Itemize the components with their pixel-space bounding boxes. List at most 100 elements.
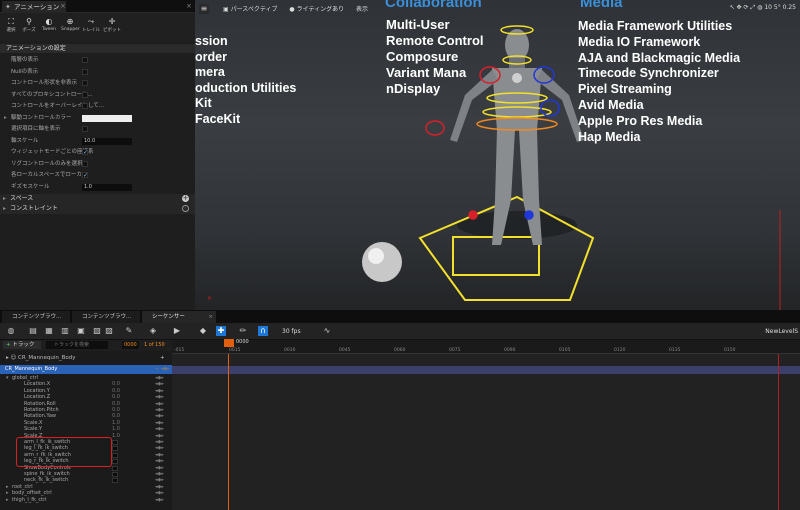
sequence-root[interactable]: ▸ ☺ CR_Mannequin_Body + xyxy=(0,353,172,363)
setting-number-field[interactable]: 1.0 xyxy=(82,183,132,191)
show-button[interactable]: 表示 xyxy=(356,6,368,13)
setting-checkbox[interactable] xyxy=(82,147,88,158)
perspective-label: パースペクティブ xyxy=(230,6,278,13)
magnet-icon[interactable]: ∩ xyxy=(258,326,268,336)
rotate-icon[interactable]: ⟳ xyxy=(743,4,748,11)
world-icon[interactable]: ◍ xyxy=(757,4,762,11)
section-constraint[interactable]: ▸ コンストレイント ◦ xyxy=(0,204,195,214)
snap-icon[interactable]: ✚ xyxy=(216,326,226,336)
setting-checkbox[interactable] xyxy=(82,160,88,167)
playback-icon[interactable]: ▶ xyxy=(172,326,182,336)
timeline-ruler[interactable]: -015 0015 0030 0045 0060 0075 0090 0105 0120 0135… xyxy=(172,340,800,354)
camera-icon[interactable]: ▣ xyxy=(76,326,86,336)
foot-l-control[interactable] xyxy=(468,210,478,220)
plugin-label: Variant Mana xyxy=(386,65,467,80)
setting-label: コントロールをオーバーレイとして... xyxy=(11,103,105,109)
setting-checkbox[interactable] xyxy=(82,126,88,132)
track-checkbox[interactable] xyxy=(112,465,118,471)
edit-icon[interactable]: ▨ xyxy=(104,326,114,336)
plugin-label: oduction Utilities xyxy=(195,80,297,95)
setting-checkbox[interactable] xyxy=(82,170,88,181)
setting-checkbox[interactable] xyxy=(82,57,88,63)
tool-tween[interactable]: ◐ Tween xyxy=(40,17,58,32)
tab-content-browser-1[interactable]: コンテンツブラウ... xyxy=(2,311,70,323)
add-icon[interactable]: + xyxy=(160,353,165,363)
sphere-highlight xyxy=(368,248,384,264)
close-panel-icon[interactable]: × xyxy=(186,2,192,10)
plugin-label: AJA and Blackmagic Media xyxy=(578,50,741,65)
curve-icon[interactable]: ∿ xyxy=(322,326,332,336)
setting-label: 各ローカルスペースでローカ... xyxy=(11,172,88,178)
track-checkbox[interactable] xyxy=(112,459,118,465)
setting-checkbox[interactable] xyxy=(82,68,88,75)
settings-header[interactable]: アニメーションの設定 xyxy=(0,44,195,53)
pen-icon[interactable]: ✏ xyxy=(238,326,248,336)
hand-l-control[interactable] xyxy=(425,120,445,136)
close-icon[interactable]: × xyxy=(208,311,213,323)
plugin-label: Avid Media xyxy=(578,98,644,112)
tool-pivot[interactable]: ✛ ピボット xyxy=(103,17,121,33)
collaboration-header: Collaboration xyxy=(385,0,482,11)
setting-label: 駆動コントロールカラー xyxy=(11,114,72,121)
setting-number-field[interactable]: 10.0 xyxy=(82,137,132,145)
tool-pose[interactable]: ⚲ ポーズ xyxy=(20,17,38,33)
setting-checkbox[interactable] xyxy=(82,80,88,86)
foot-r-control[interactable] xyxy=(524,210,534,220)
tool-snapper[interactable]: ⊕ Snapper xyxy=(61,17,80,32)
track-checkbox[interactable] xyxy=(112,452,118,458)
key-nav-icon[interactable]: ◂◆▸ xyxy=(155,497,164,504)
add-track-button[interactable]: + トラック xyxy=(3,341,41,349)
render-icon[interactable]: ▥ xyxy=(60,326,70,336)
settings-icon[interactable]: ◦ xyxy=(182,205,189,213)
world-icon[interactable]: ◍ xyxy=(6,326,16,336)
fps-selector[interactable]: 30 fps xyxy=(282,328,301,335)
color-swatch[interactable] xyxy=(82,114,132,122)
plugin-label: Composure xyxy=(386,49,459,64)
view-icon[interactable]: ◈ xyxy=(148,326,158,336)
select-mode-icon[interactable]: ↖ xyxy=(730,4,735,11)
tab-animation[interactable]: ✦ アニメーション xyxy=(2,1,66,13)
setting-row: 各ローカルスペースでローカ... xyxy=(0,170,195,182)
grid-icon[interactable]: ▧ xyxy=(92,326,102,336)
rotation-snap-value[interactable]: 5° xyxy=(774,4,781,11)
track-row[interactable]: thigh_l_fk_ctrl ▸ ◂◆▸ xyxy=(0,497,172,504)
setting-row: 選択項目に軸を表示 xyxy=(0,124,195,136)
viewport-menu-icon[interactable]: ≡ xyxy=(199,4,209,14)
level-viewport[interactable]: × ≡ ▣ パースペクティブ ● ライティングあり 表示 ↖ ✥ ⟳ ⤢ ◍ 1… xyxy=(195,0,800,310)
settings-title: アニメーションの設定 xyxy=(6,45,66,52)
track-search-input[interactable] xyxy=(46,341,108,349)
browse-icon[interactable]: ▦ xyxy=(44,326,54,336)
key-icon[interactable]: ◆ xyxy=(198,326,208,336)
scale-snap-value[interactable]: 0.25 xyxy=(783,4,796,11)
tool-select[interactable]: ⛶ 選択 xyxy=(2,17,20,33)
track-row[interactable]: CR_Mannequin_Body + ◂◆▸ xyxy=(0,365,172,374)
add-icon[interactable]: + xyxy=(182,195,189,202)
key-nav-icon[interactable]: + ◂◆▸ xyxy=(155,365,170,374)
tab-content-browser-2[interactable]: コンテンツブラウ... xyxy=(72,311,140,323)
track-checkbox[interactable] xyxy=(112,478,118,484)
timeline-area[interactable] xyxy=(172,354,800,510)
ruler-tick: 0045 xyxy=(339,348,351,353)
setting-checkbox[interactable] xyxy=(82,103,88,109)
track-checkbox[interactable] xyxy=(112,440,118,445)
save-icon[interactable]: ▤ xyxy=(28,326,38,336)
scale-icon[interactable]: ⤢ xyxy=(750,4,755,11)
plugin-label: Remote Control xyxy=(386,33,484,48)
grid-snap-value[interactable]: 10 xyxy=(764,4,772,11)
tab-sequencer[interactable]: シーケンサー × xyxy=(142,311,216,323)
chest-light xyxy=(512,73,522,83)
perspective-button[interactable]: ▣ パースペクティブ xyxy=(223,6,278,13)
playhead-line xyxy=(228,354,229,510)
track-checkbox[interactable] xyxy=(112,472,118,477)
lighting-button[interactable]: ● ライティングあり xyxy=(289,6,344,13)
lighting-label: ライティングあり xyxy=(296,6,345,13)
playhead-handle[interactable] xyxy=(224,339,234,347)
close-icon[interactable]: × xyxy=(60,2,66,10)
tools-icon[interactable]: ✎ xyxy=(124,326,134,336)
setting-checkbox[interactable] xyxy=(82,91,88,98)
current-frame[interactable]: 0000 xyxy=(122,341,139,349)
tool-trail[interactable]: ⤳ トレイル xyxy=(82,17,100,33)
track-checkbox[interactable] xyxy=(112,446,118,452)
move-icon[interactable]: ✥ xyxy=(737,4,742,11)
section-space[interactable]: ▸ スペース + xyxy=(0,194,195,204)
